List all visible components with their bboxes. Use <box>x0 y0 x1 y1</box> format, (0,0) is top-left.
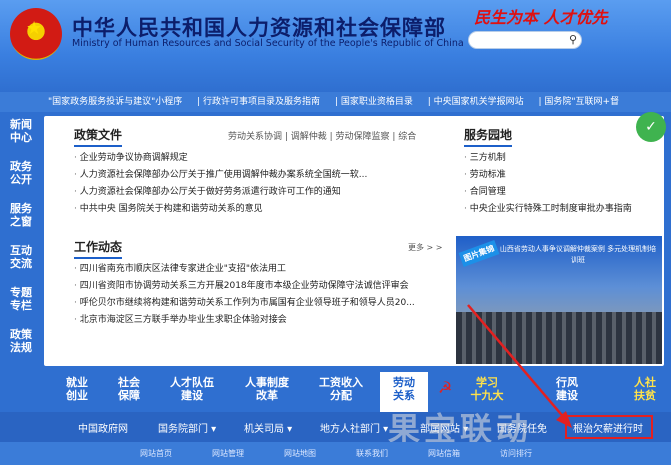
ticker-link[interactable]: "国家政务服务投诉与建议"小程序 <box>48 97 182 107</box>
link-state-council-depts[interactable]: 国务院部门 ▾ <box>158 420 216 435</box>
photo-crowd <box>456 312 662 364</box>
list-item[interactable]: 四川省资阳市协调劳动关系三方开展2018年度市本级企业劳动保障守法诚信评审会 <box>74 278 415 295</box>
photo-carousel[interactable]: 图片集锦 山西省劳动人事争议调解仲裁案例 多元处理机制培训班 <box>456 236 662 364</box>
footer-contact[interactable]: 联系我们 <box>356 442 388 465</box>
left-nav: 新闻 中心 政务 公开 服务 之窗 互动 交流 专题 专栏 政策 法规 <box>0 112 40 374</box>
service-list: 三方机制 劳动标准 合同管理 中央企业实行特殊工时制度审批办事指南 <box>464 150 632 218</box>
footer-mailbox[interactable]: 网站信箱 <box>428 442 460 465</box>
leftnav-service-window[interactable]: 服务 之窗 <box>6 202 36 228</box>
site-title-en: Ministry of Human Resources and Social S… <box>72 38 464 49</box>
ticker-link[interactable]: | 行政许可事项目录及服务指南 <box>197 97 320 107</box>
party-emblem-icon: ☭ <box>438 378 453 397</box>
link-local-depts[interactable]: 地方人社部门 ▾ <box>320 420 388 435</box>
site-header: ★ 中华人民共和国人力资源和社会保障部 Ministry of Human Re… <box>0 0 671 92</box>
nav-style-building[interactable]: 行风 建设 <box>550 376 584 402</box>
list-item[interactable]: 合同管理 <box>464 184 632 201</box>
policy-list: 企业劳动争议协商调解规定 人力资源社会保障部办公厅关于推广使用调解仲裁办案系统全… <box>74 150 368 218</box>
leftnav-interaction[interactable]: 互动 交流 <box>6 244 36 270</box>
list-item[interactable]: 人力资源社会保障部办公厅关于做好劳务派遣行政许可工作的通知 <box>74 184 367 201</box>
leftnav-policies[interactable]: 政策 法规 <box>6 328 36 354</box>
nav-talent[interactable]: 人才队伍 建设 <box>162 376 222 402</box>
highlight-box <box>565 415 653 439</box>
list-item[interactable]: 呼伦贝尔市继续将构建和谐劳动关系工作列为市属国有企业领导班子和领导人员20... <box>74 295 415 312</box>
announcement-ticker: "国家政务服务投诉与建议"小程序 | 行政许可事项目录及服务指南 | 国家职业资… <box>0 92 671 112</box>
photo-tag: 图片集锦 <box>458 239 500 268</box>
nav-employment[interactable]: 就业 创业 <box>60 376 94 402</box>
leftnav-topics[interactable]: 专题 专栏 <box>6 286 36 312</box>
list-item[interactable]: 中共中央 国务院关于构建和谐劳动关系的意见 <box>74 201 367 218</box>
nav-poverty[interactable]: 人社 扶贫 <box>630 376 660 402</box>
list-item[interactable]: 劳动标准 <box>464 167 632 184</box>
list-item[interactable]: 企业劳动争议协商调解规定 <box>74 150 367 167</box>
nav-social-security[interactable]: 社会 保障 <box>112 376 146 402</box>
leftnav-news[interactable]: 新闻 中心 <box>6 118 36 144</box>
national-emblem-icon: ★ <box>10 8 62 60</box>
policy-title[interactable]: 政策文件 <box>74 126 123 147</box>
ticker-link[interactable]: | 国务院"互联网+督 <box>539 97 620 107</box>
content-panel: 政策文件 劳动关系协调 | 调解仲裁 | 劳动保障监察 | 综合 企业劳动争议协… <box>44 116 664 366</box>
link-gov[interactable]: 中国政府网 <box>78 420 128 435</box>
footer-ranking[interactable]: 访问排行 <box>500 442 532 465</box>
search-icon[interactable]: ⚲ <box>569 33 577 46</box>
leftnav-gov-affairs[interactable]: 政务 公开 <box>6 160 36 186</box>
photo-banner-text: 山西省劳动人事争议调解仲裁案例 多元处理机制培训班 <box>499 245 657 264</box>
search-input[interactable]: ⚲ <box>468 31 582 49</box>
list-item[interactable]: 北京市海淀区三方联手举办毕业生求职企体验对接会 <box>74 312 415 329</box>
policy-category-links[interactable]: 劳动关系协调 | 调解仲裁 | 劳动保障监察 | 综合 <box>228 129 416 142</box>
nav-salary[interactable]: 工资收入 分配 <box>312 376 370 402</box>
site-slogan: 民生为本 人才优先 <box>474 8 608 27</box>
nav-personnel[interactable]: 人事制度 改革 <box>238 376 296 402</box>
footer-sitemap[interactable]: 网站地图 <box>284 442 316 465</box>
footer: 网站首页 网站管理 网站地图 联系我们 网站信箱 访问排行 <box>0 442 671 465</box>
work-list: 四川省南充市顺庆区法律专家进企业"支招"依法用工 四川省资阳市协调劳动关系三方开… <box>74 261 415 329</box>
list-item[interactable]: 四川省南充市顺庆区法律专家进企业"支招"依法用工 <box>74 261 415 278</box>
footer-admin[interactable]: 网站管理 <box>212 442 244 465</box>
list-item[interactable]: 三方机制 <box>464 150 632 167</box>
footer-home[interactable]: 网站首页 <box>140 442 172 465</box>
link-bureaus[interactable]: 机关司局 ▾ <box>244 420 292 435</box>
list-item[interactable]: 人力资源社会保障部办公厅关于推广使用调解仲裁办案系统全国统一软... <box>74 167 368 184</box>
service-title[interactable]: 服务园地 <box>464 126 513 147</box>
ticker-link[interactable]: | 国家职业资格目录 <box>335 97 413 107</box>
ticker-link[interactable]: | 中央国家机关学报网站 <box>428 97 524 107</box>
more-link[interactable]: 更多 > > <box>408 242 443 253</box>
list-item[interactable]: 中央企业实行特殊工时制度审批办事指南 <box>464 201 632 218</box>
shield-icon[interactable]: ✓ <box>636 112 666 142</box>
bottom-nav: 就业 创业 社会 保障 人才队伍 建设 人事制度 改革 工资收入 分配 劳动 关… <box>0 372 671 412</box>
nav-study-19th[interactable]: 学习 十九大 <box>470 376 504 402</box>
work-title[interactable]: 工作动态 <box>74 238 123 259</box>
